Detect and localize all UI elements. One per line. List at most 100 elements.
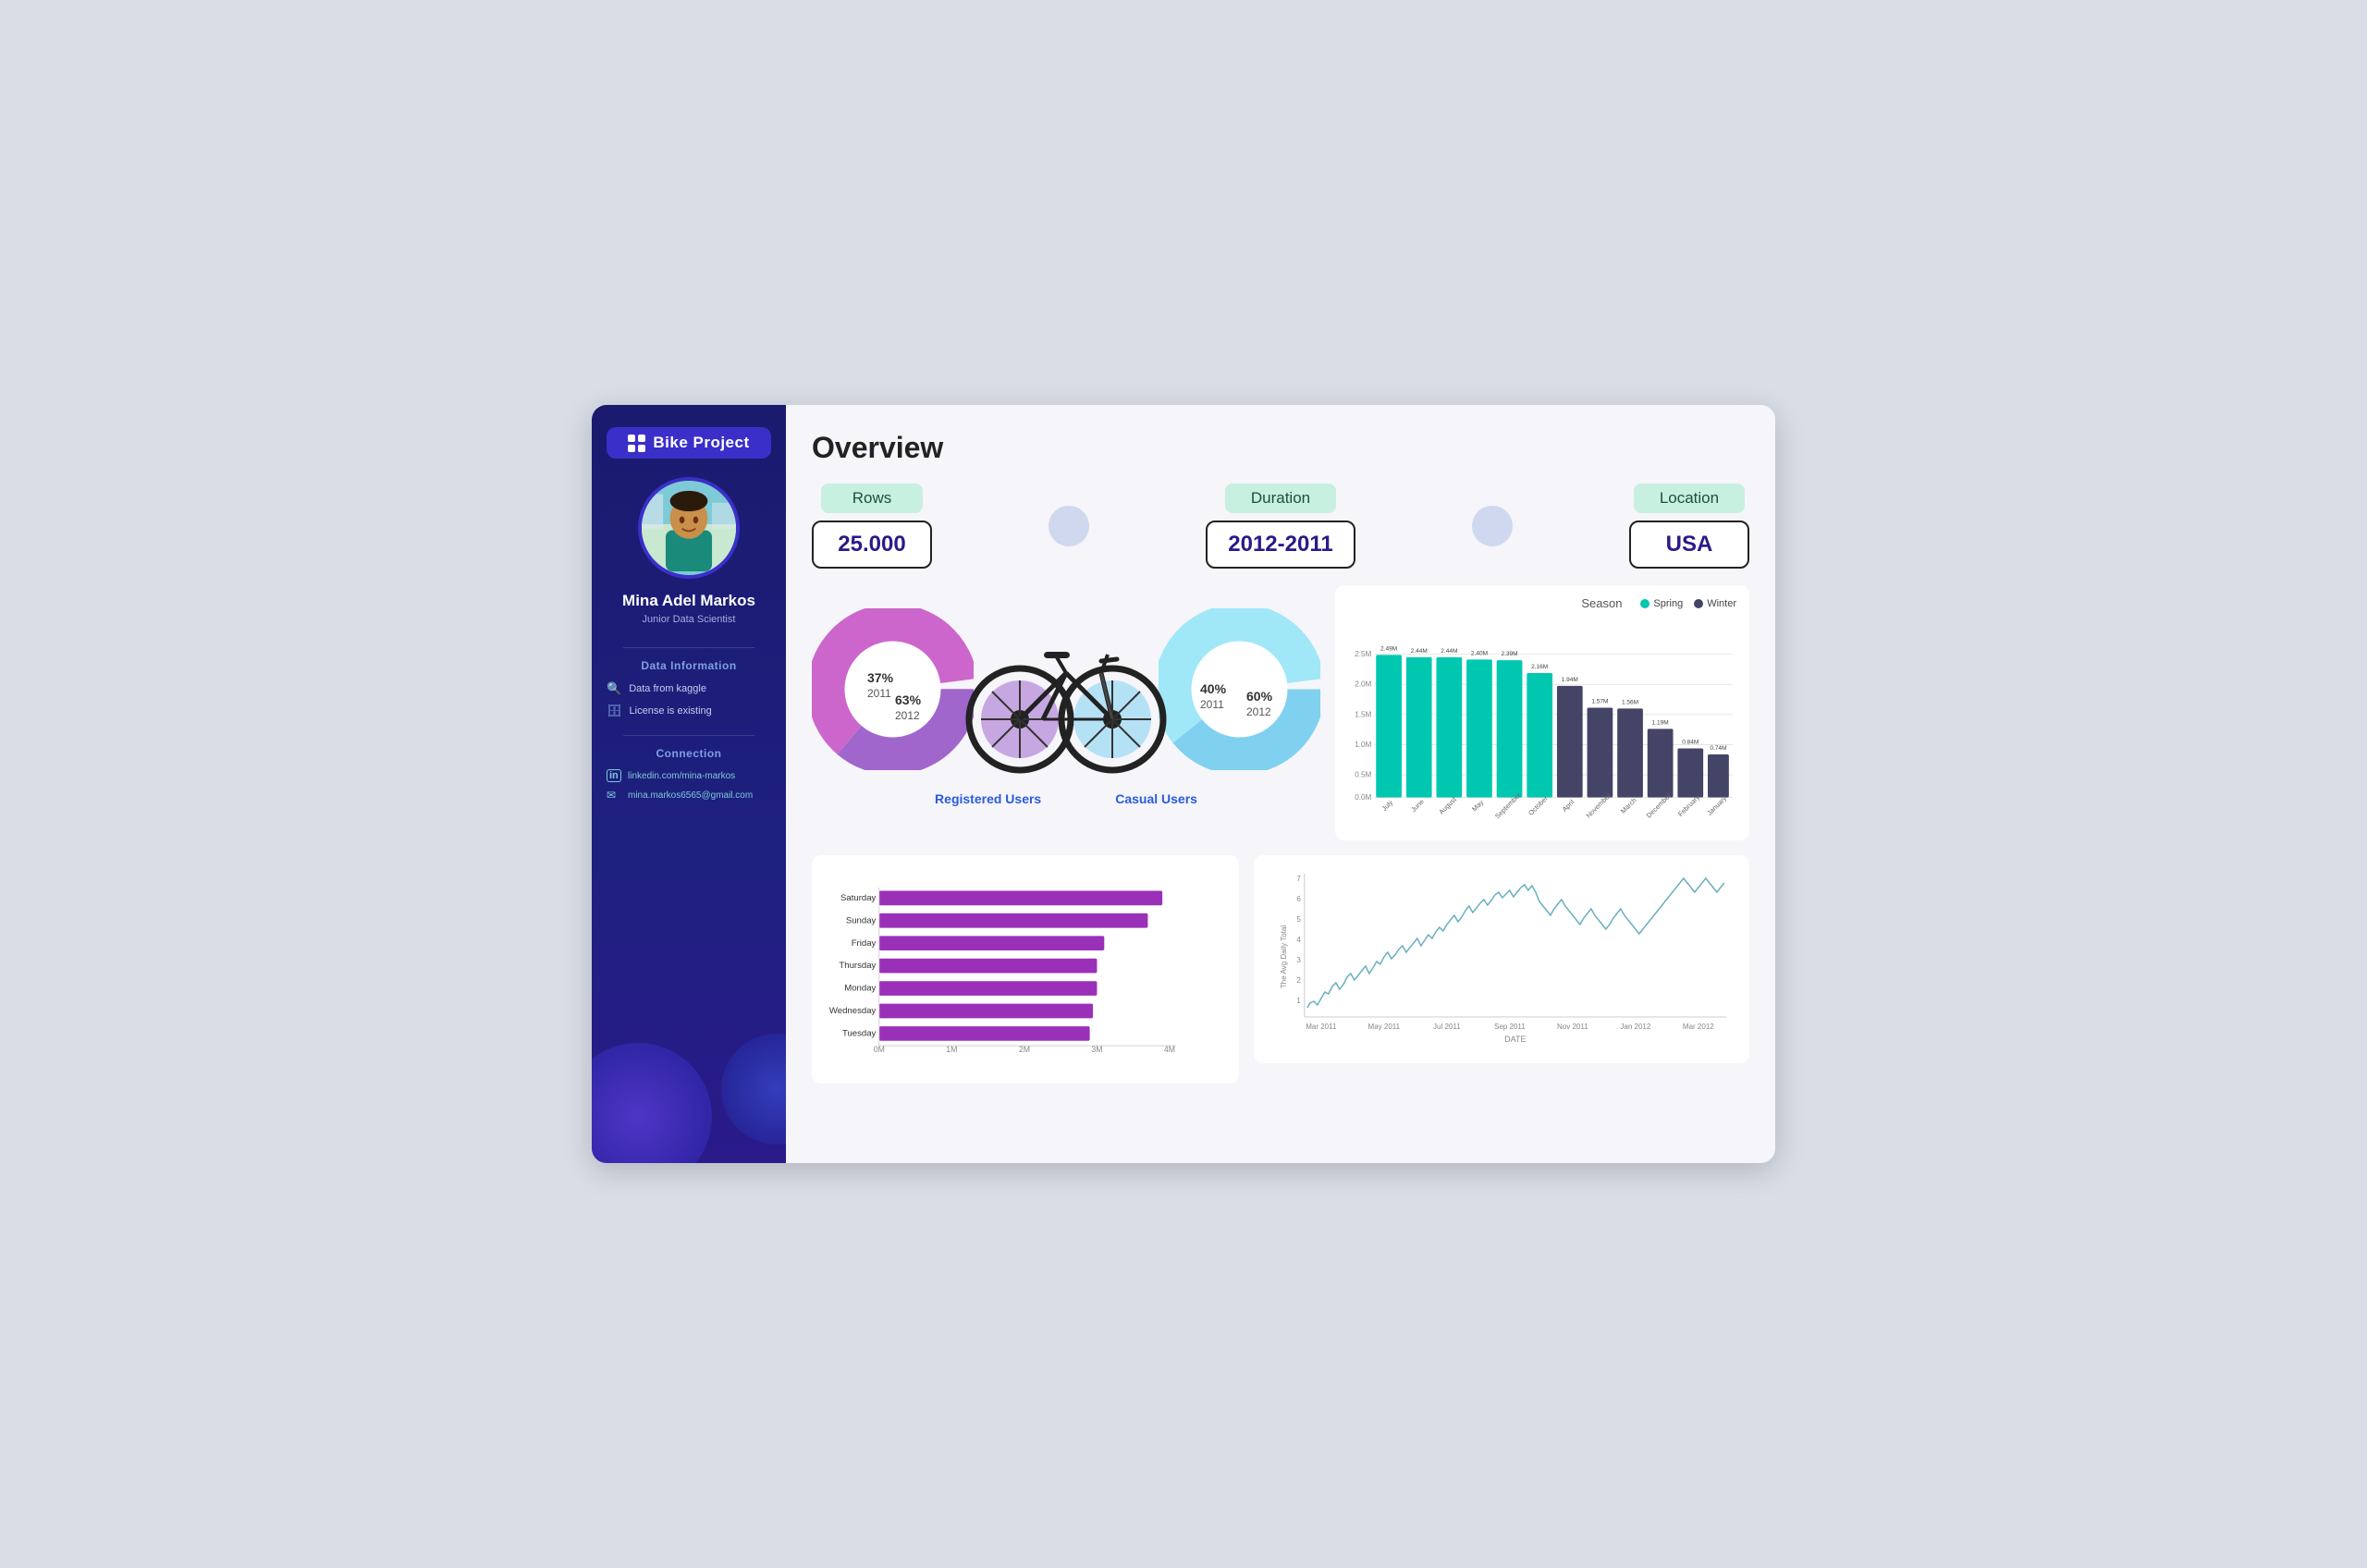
- svg-text:2M: 2M: [1019, 1045, 1030, 1054]
- svg-text:DATE: DATE: [1504, 1035, 1526, 1044]
- user-name: Mina Adel Markos: [622, 592, 755, 610]
- sidebar-item-kaggle: 🔍 Data from kaggle: [607, 681, 771, 696]
- circle-spacer-2: [1472, 506, 1513, 546]
- svg-text:2.16M: 2.16M: [1531, 664, 1548, 670]
- spring-dot: [1640, 599, 1650, 608]
- kaggle-label: Data from kaggle: [629, 683, 706, 694]
- line-chart-svg: The Avg Daily Total 7 6 5 4 3 2 1 DATE M…: [1263, 864, 1740, 1049]
- svg-text:2.44M: 2.44M: [1411, 648, 1428, 655]
- svg-text:1.0M: 1.0M: [1355, 741, 1371, 749]
- svg-text:1: 1: [1297, 997, 1302, 1005]
- svg-text:March: March: [1619, 796, 1638, 815]
- svg-text:0M: 0M: [874, 1045, 885, 1054]
- email-item[interactable]: ✉ mina.markos6565@gmail.com: [607, 789, 771, 802]
- svg-text:May 2011: May 2011: [1368, 1023, 1401, 1031]
- svg-text:2.44M: 2.44M: [1441, 648, 1457, 655]
- charts-row: 37% 2011 63% 2012: [812, 585, 1749, 840]
- hbar-chart: Saturday Sunday Friday Thursday Monday W…: [812, 855, 1239, 1084]
- svg-text:4M: 4M: [1164, 1045, 1175, 1054]
- svg-text:1.56M: 1.56M: [1622, 699, 1638, 705]
- svg-text:1.94M: 1.94M: [1562, 677, 1578, 683]
- logo-icon: [628, 435, 645, 452]
- rows-value: 25.000: [812, 521, 932, 569]
- bike-donut-row: 37% 2011 63% 2012: [812, 585, 1320, 793]
- bike-chart-area: 37% 2011 63% 2012: [812, 585, 1320, 806]
- email-address: mina.markos6565@gmail.com: [628, 790, 753, 801]
- svg-text:2012: 2012: [1246, 705, 1271, 718]
- svg-text:60%: 60%: [1246, 689, 1273, 704]
- deco-circle-1: [592, 1043, 712, 1163]
- svg-text:Thursday: Thursday: [839, 961, 876, 971]
- svg-text:July: July: [1380, 798, 1395, 813]
- svg-text:1.57M: 1.57M: [1591, 699, 1608, 705]
- svg-text:The Avg Daily Total: The Avg Daily Total: [1280, 925, 1288, 988]
- avatar-image: [642, 477, 736, 575]
- svg-text:1M: 1M: [946, 1045, 957, 1054]
- svg-text:2011: 2011: [867, 687, 891, 700]
- linkedin-item[interactable]: in linkedin.com/mina-markos: [607, 769, 771, 782]
- donut-labels-row: Registered Users Casual Users: [935, 791, 1197, 806]
- sidebar: Bike Project Mina Ade: [592, 405, 786, 1163]
- user-title: Junior Data Scientist: [643, 614, 736, 625]
- svg-text:Jan 2012: Jan 2012: [1621, 1023, 1651, 1031]
- svg-text:6: 6: [1297, 895, 1302, 903]
- casual-label: Casual Users: [1115, 791, 1197, 806]
- deco-circle-2: [721, 1034, 786, 1145]
- svg-text:63%: 63%: [895, 692, 922, 707]
- svg-text:Mar 2011: Mar 2011: [1306, 1023, 1338, 1031]
- bar-chart-svg: 2.5M 2.0M 1.5M 1.0M 0.5M 0.0M: [1344, 616, 1736, 828]
- svg-text:1.5M: 1.5M: [1355, 710, 1371, 718]
- svg-text:2011: 2011: [1200, 698, 1224, 711]
- svg-text:2.0M: 2.0M: [1355, 680, 1371, 689]
- email-icon: ✉: [607, 789, 621, 802]
- svg-text:Monday: Monday: [844, 984, 876, 994]
- svg-text:2: 2: [1297, 976, 1302, 985]
- bar-chart-seasonal: Season Spring Winter 2.5M 2.0M 1.5M 1: [1335, 585, 1749, 840]
- rows-card: Rows 25.000: [812, 484, 932, 569]
- license-label: License is existing: [630, 705, 712, 717]
- search-icon: 🔍: [607, 681, 621, 696]
- winter-dot: [1694, 599, 1703, 608]
- data-info-label: Data Information: [641, 659, 736, 672]
- svg-text:0.0M: 0.0M: [1355, 793, 1371, 802]
- svg-text:0.74M: 0.74M: [1710, 745, 1726, 752]
- registered-label: Registered Users: [935, 791, 1041, 806]
- svg-text:Saturday: Saturday: [840, 893, 877, 903]
- svg-text:Tuesday: Tuesday: [842, 1029, 877, 1039]
- svg-text:Wednesday: Wednesday: [829, 1006, 877, 1016]
- svg-text:2.49M: 2.49M: [1380, 646, 1397, 653]
- svg-text:Sunday: Sunday: [846, 915, 877, 925]
- logo-text: Bike Project: [653, 434, 749, 452]
- logo: Bike Project: [607, 427, 771, 459]
- location-value: USA: [1629, 521, 1749, 569]
- linkedin-icon: in: [607, 769, 621, 782]
- svg-text:40%: 40%: [1200, 681, 1227, 696]
- page-title: Overview: [812, 431, 1749, 465]
- svg-text:7: 7: [1297, 875, 1302, 883]
- svg-text:5: 5: [1297, 915, 1302, 924]
- registered-donut: 37% 2011 63% 2012: [812, 608, 974, 770]
- legend-winter: Winter: [1694, 598, 1736, 609]
- location-card: Location USA: [1629, 484, 1749, 569]
- hbar-svg: Saturday Sunday Friday Thursday Monday W…: [821, 868, 1224, 1072]
- main-content: Overview Rows 25.000 Duration 2012-2011 …: [786, 405, 1775, 1163]
- svg-text:April: April: [1561, 798, 1576, 814]
- svg-text:August: August: [1437, 795, 1458, 816]
- duration-card: Duration 2012-2011: [1206, 484, 1355, 569]
- svg-text:0.84M: 0.84M: [1682, 740, 1699, 746]
- svg-text:1.19M: 1.19M: [1652, 719, 1669, 726]
- svg-text:June: June: [1409, 798, 1426, 815]
- svg-text:May: May: [1470, 798, 1485, 813]
- svg-text:Sep 2011: Sep 2011: [1494, 1023, 1526, 1031]
- avatar: [638, 477, 740, 579]
- season-label: Season: [1581, 596, 1622, 610]
- winter-label: Winter: [1707, 598, 1736, 609]
- bar-chart-legend-row: Season Spring Winter: [1344, 596, 1736, 610]
- top-cards: Rows 25.000 Duration 2012-2011 Location …: [812, 484, 1749, 569]
- sidebar-item-license: 🗄 License is existing: [607, 704, 771, 718]
- license-icon: 🗄: [607, 704, 622, 718]
- svg-text:0.5M: 0.5M: [1355, 771, 1371, 779]
- svg-text:2.39M: 2.39M: [1502, 651, 1518, 657]
- divider-1: [623, 647, 754, 648]
- svg-text:2012: 2012: [895, 709, 920, 722]
